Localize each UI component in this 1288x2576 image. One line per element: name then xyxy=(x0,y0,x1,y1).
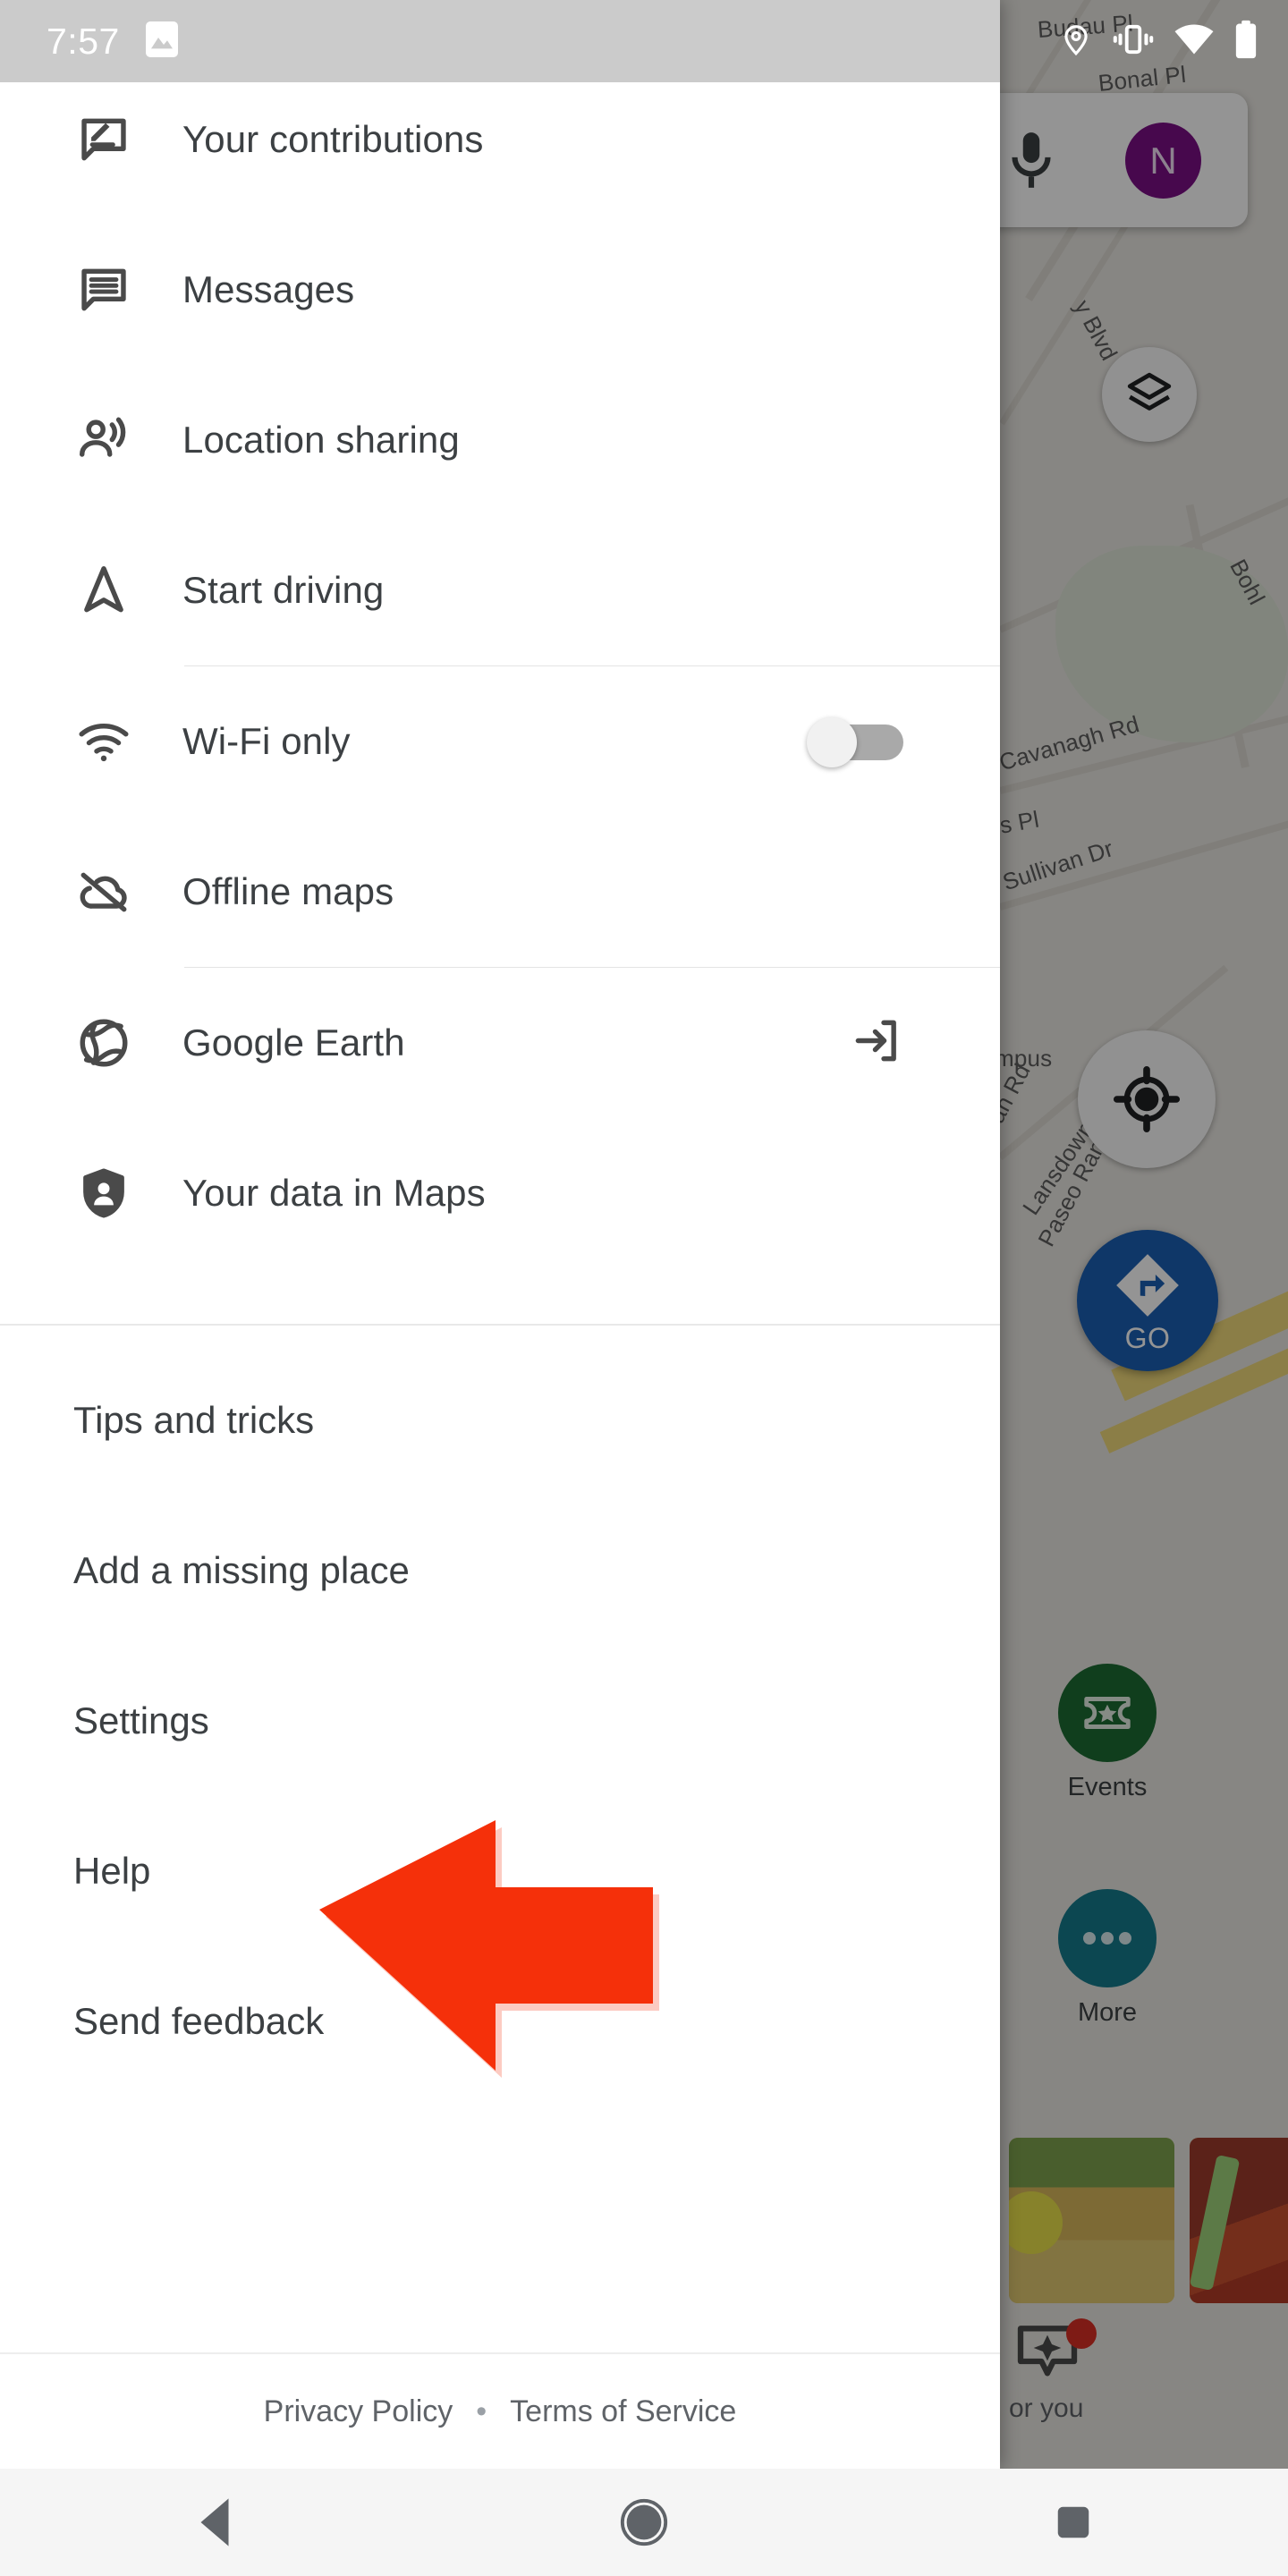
drawer-content: Your Timeline Your contributions Message… xyxy=(0,0,1000,2097)
drawer-item-offline-maps[interactable]: Offline maps xyxy=(0,817,1000,967)
drawer-item-label: Help xyxy=(73,1850,151,1892)
timeline-icon xyxy=(70,0,138,38)
drawer-item-label: Wi-Fi only xyxy=(182,720,351,762)
wifi-icon xyxy=(70,714,138,769)
drawer-item-wifi-only[interactable]: Wi-Fi only xyxy=(0,666,1000,817)
drawer-item-add-a-missing-place[interactable]: Add a missing place xyxy=(0,1496,1000,1646)
drawer-item-label: Settings xyxy=(73,1699,209,1741)
drawer-item-label: Your contributions xyxy=(182,118,484,160)
drawer-item-location-sharing[interactable]: Location sharing xyxy=(0,365,1000,515)
toggle-thumb xyxy=(807,717,857,767)
contributions-icon xyxy=(70,112,138,167)
drawer-item-label: Send feedback xyxy=(73,2000,325,2042)
drawer-footer: Privacy Policy • Terms of Service xyxy=(0,2352,1000,2469)
drawer-item-label: Location sharing xyxy=(182,419,460,461)
drawer-item-label: Messages xyxy=(182,268,355,310)
drawer-item-your-timeline[interactable]: Your Timeline xyxy=(0,0,1000,64)
home-circle-icon[interactable] xyxy=(572,2469,716,2576)
recents-square-icon[interactable] xyxy=(1002,2469,1145,2576)
drawer-item-tips-and-tricks[interactable]: Tips and tricks xyxy=(0,1345,1000,1496)
location-sharing-icon xyxy=(70,412,138,468)
drawer-item-messages[interactable]: Messages xyxy=(0,215,1000,365)
drawer-item-label: Start driving xyxy=(182,569,385,611)
drawer-item-start-driving[interactable]: Start driving xyxy=(0,515,1000,665)
drawer-item-label: Google Earth xyxy=(182,1021,405,1063)
navigation-drawer: Your Timeline Your contributions Message… xyxy=(0,0,1000,2469)
terms-of-service-link[interactable]: Terms of Service xyxy=(510,2394,736,2429)
footer-separator: • xyxy=(476,2394,487,2428)
android-navigation-bar xyxy=(0,2469,1288,2576)
drawer-item-your-data-in-maps[interactable]: Your data in Maps xyxy=(0,1118,1000,1268)
open-external-icon[interactable] xyxy=(848,1013,903,1073)
navigation-arrow-icon xyxy=(70,563,138,618)
google-earth-icon xyxy=(70,1015,138,1071)
messages-icon xyxy=(70,262,138,318)
back-triangle-icon[interactable] xyxy=(143,2469,286,2576)
drawer-item-label: Your data in Maps xyxy=(182,1172,486,1214)
shield-person-icon xyxy=(70,1165,138,1221)
drawer-item-your-contributions[interactable]: Your contributions xyxy=(0,64,1000,215)
wifi-only-toggle[interactable] xyxy=(807,717,903,767)
drawer-item-settings[interactable]: Settings xyxy=(0,1646,1000,1796)
cloud-off-icon xyxy=(70,864,138,919)
callout-arrow xyxy=(297,1811,673,2080)
drawer-item-label: Your Timeline xyxy=(182,0,411,31)
drawer-item-label: Offline maps xyxy=(182,870,394,912)
privacy-policy-link[interactable]: Privacy Policy xyxy=(264,2394,453,2429)
drawer-item-label: Tips and tricks xyxy=(73,1399,315,1441)
drawer-item-google-earth[interactable]: Google Earth xyxy=(0,968,1000,1118)
drawer-item-label: Add a missing place xyxy=(73,1549,410,1591)
